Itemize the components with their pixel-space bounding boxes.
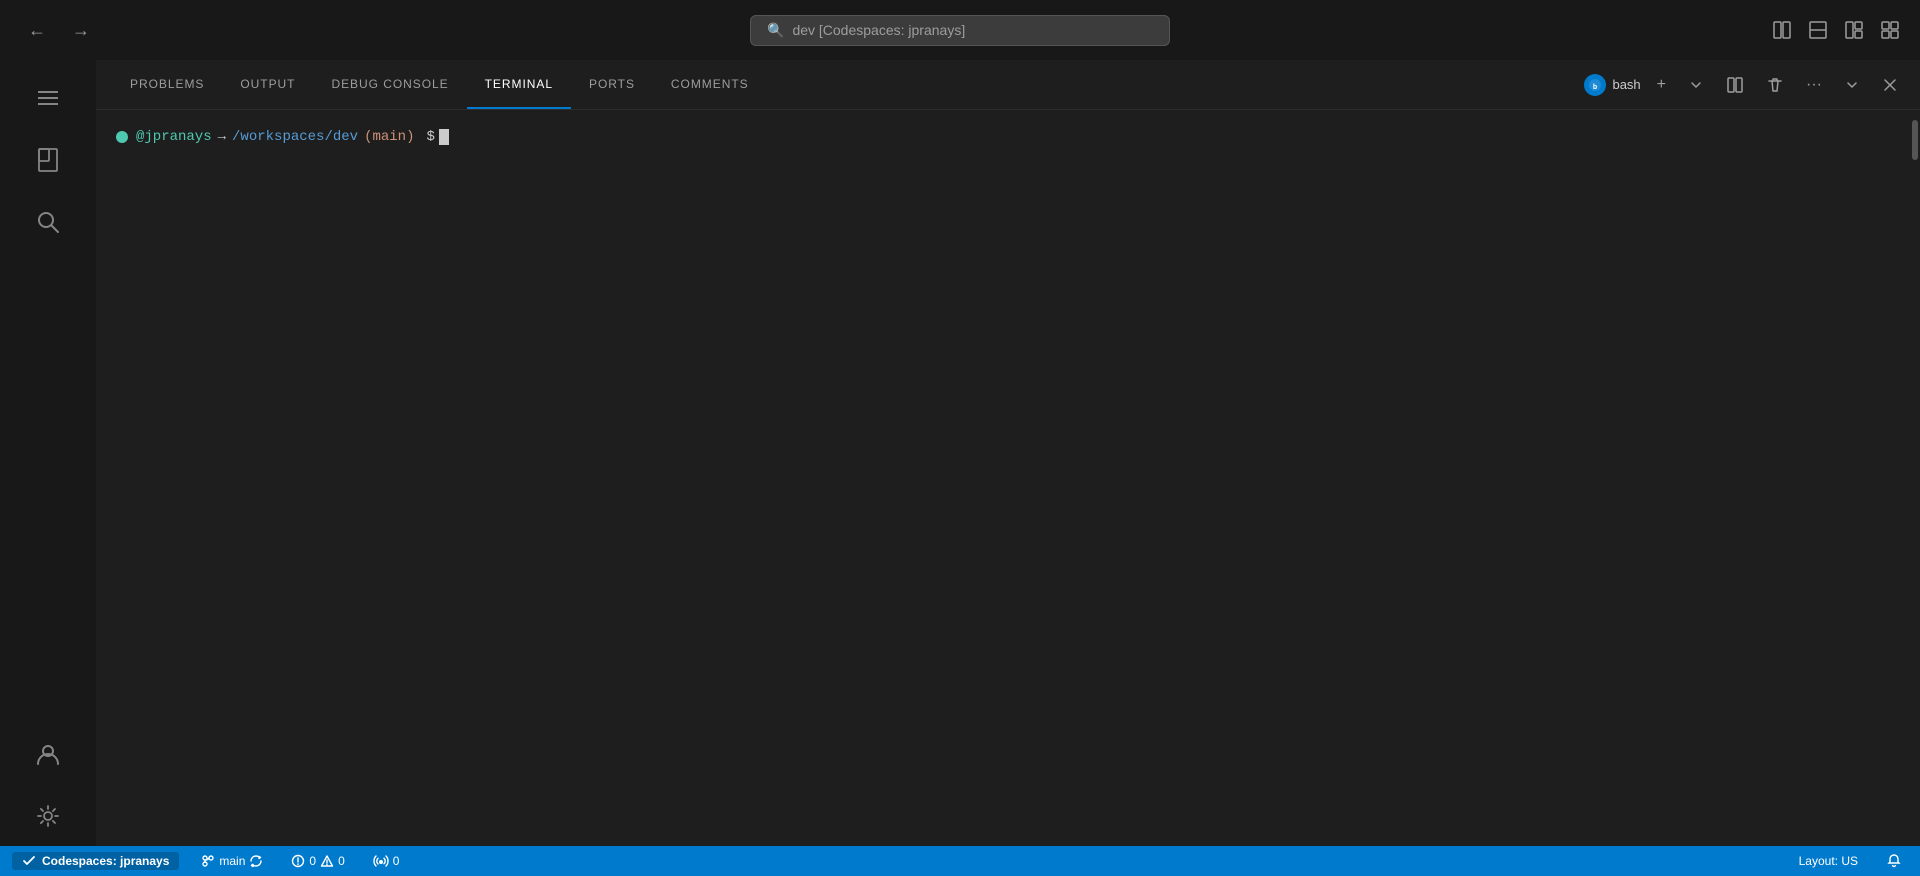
forward-button[interactable]: → (64, 16, 98, 45)
status-bar-right: Layout: US (1793, 851, 1908, 871)
layout-icon-3 (1844, 20, 1864, 40)
bash-badge: b bash (1584, 74, 1640, 96)
terminal-content[interactable]: @jpranays → /workspaces/dev (main) $ (96, 110, 1920, 846)
layout-label: Layout: US (1799, 854, 1858, 868)
branch-name: main (219, 854, 245, 868)
status-broadcast[interactable]: 0 (367, 852, 406, 870)
prompt-branch: (main) (364, 126, 414, 148)
split-terminal-button[interactable] (1720, 72, 1750, 98)
prompt-dot (116, 131, 128, 143)
delete-terminal-button[interactable] (1760, 72, 1790, 98)
tab-problems[interactable]: PROBLEMS (112, 60, 222, 109)
tab-debug-console[interactable]: DEBUG CONSOLE (313, 60, 466, 109)
layout-button-2[interactable] (1808, 20, 1828, 40)
more-actions-button[interactable]: ··· (1800, 72, 1828, 98)
panel-tabs-right: b bash + (1584, 72, 1904, 98)
branch-icon (201, 854, 215, 868)
sidebar-item-account[interactable] (20, 726, 76, 782)
search-icon: 🔍 (767, 22, 784, 39)
prompt-path: /workspaces/dev (232, 126, 358, 148)
layout-button-1[interactable] (1772, 20, 1792, 40)
status-bar: Codespaces: jpranays main 0 (0, 846, 1920, 876)
activity-bar (0, 60, 96, 846)
trash-icon (1766, 76, 1784, 94)
layout-icon-1 (1772, 20, 1792, 40)
chevron-down-icon (1688, 77, 1704, 93)
nav-buttons: ← → (20, 16, 98, 45)
bash-label: bash (1612, 77, 1640, 92)
prompt-arrow: → (218, 126, 226, 148)
status-bell[interactable] (1880, 851, 1908, 871)
terminal-prompt: @jpranays → /workspaces/dev (main) $ (116, 126, 1900, 148)
panel-tabs: PROBLEMS OUTPUT DEBUG CONSOLE TERMINAL P… (96, 60, 1920, 110)
sidebar-item-search[interactable] (20, 194, 76, 250)
tab-output[interactable]: OUTPUT (222, 60, 313, 109)
bash-icon: b (1584, 74, 1606, 96)
broadcast-icon (373, 854, 389, 868)
panel-tabs-left: PROBLEMS OUTPUT DEBUG CONSOLE TERMINAL P… (112, 60, 767, 109)
prompt-user: @jpranays (136, 126, 212, 148)
search-bar[interactable]: 🔍 dev [Codespaces: jpranays] (750, 15, 1170, 46)
bell-icon (1886, 853, 1902, 869)
layout-button-3[interactable] (1844, 20, 1864, 40)
more-icon: ··· (1806, 76, 1822, 94)
sidebar-item-explorer[interactable] (20, 132, 76, 188)
panel-chevron-down-icon (1844, 77, 1860, 93)
sidebar-item-settings[interactable] (20, 788, 76, 844)
status-layout[interactable]: Layout: US (1793, 852, 1864, 870)
codespaces-icon (22, 854, 36, 868)
status-codespaces[interactable]: Codespaces: jpranays (12, 852, 179, 870)
tab-terminal[interactable]: TERMINAL (467, 60, 571, 109)
close-icon (1882, 77, 1898, 93)
warning-icon (320, 854, 334, 868)
status-branch[interactable]: main (195, 852, 269, 870)
split-icon (1726, 76, 1744, 94)
broadcast-count: 0 (393, 854, 400, 868)
back-button[interactable]: ← (20, 16, 54, 45)
search-text: dev [Codespaces: jpranays] (792, 22, 965, 38)
svg-text:b: b (1593, 84, 1597, 91)
sidebar-item-menu[interactable] (20, 70, 76, 126)
layout-icon-4 (1880, 20, 1900, 40)
add-terminal-button[interactable]: + (1651, 72, 1672, 98)
codespaces-label: Codespaces: jpranays (42, 854, 169, 868)
warning-count: 0 (338, 854, 345, 868)
add-icon: + (1657, 76, 1666, 94)
tab-comments[interactable]: COMMENTS (653, 60, 767, 109)
close-panel-button[interactable] (1876, 73, 1904, 97)
cursor (439, 129, 449, 145)
error-icon (291, 854, 305, 868)
chevron-down-button[interactable] (1682, 73, 1710, 97)
panel-area: PROBLEMS OUTPUT DEBUG CONSOLE TERMINAL P… (96, 60, 1920, 846)
scrollbar-thumb (1912, 120, 1918, 160)
title-bar: ← → 🔍 dev [Codespaces: jpranays] (0, 0, 1920, 60)
layout-icon-2 (1808, 20, 1828, 40)
panel-chevron-down-button[interactable] (1838, 73, 1866, 97)
status-errors[interactable]: 0 0 (285, 852, 350, 870)
error-count: 0 (309, 854, 316, 868)
title-bar-actions (1772, 20, 1900, 40)
status-bar-left: Codespaces: jpranays main 0 (12, 852, 405, 870)
main-container: PROBLEMS OUTPUT DEBUG CONSOLE TERMINAL P… (0, 60, 1920, 846)
tab-ports[interactable]: PORTS (571, 60, 653, 109)
prompt-dollar: $ (426, 126, 434, 148)
terminal-scrollbar[interactable] (1906, 110, 1920, 846)
sync-icon (249, 854, 263, 868)
layout-button-4[interactable] (1880, 20, 1900, 40)
